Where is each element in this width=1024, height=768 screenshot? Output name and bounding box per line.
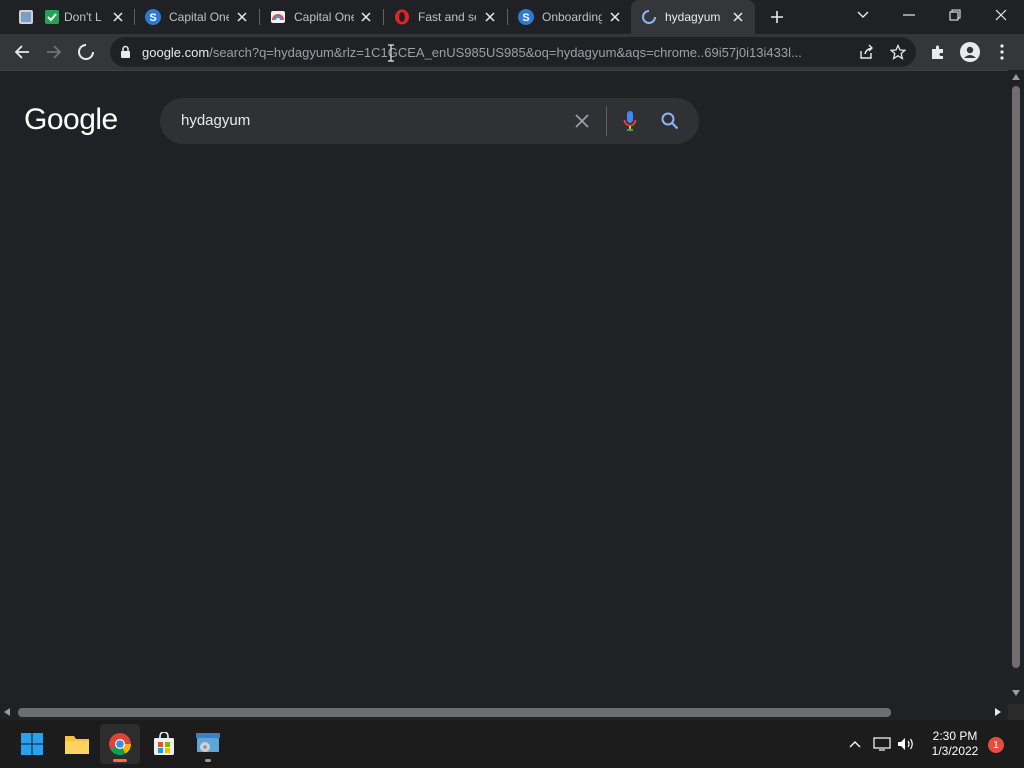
stop-loading-button[interactable] (72, 38, 100, 66)
running-app-indicator (205, 759, 211, 762)
text-cursor-icon (388, 44, 394, 62)
tab-title: Capital One (294, 10, 354, 24)
chevron-up-icon (849, 741, 861, 748)
show-hidden-icons-button[interactable] (843, 724, 867, 764)
svg-text:S: S (149, 12, 156, 24)
restore-icon (949, 9, 961, 21)
active-app-indicator (113, 759, 127, 762)
forward-button[interactable] (40, 38, 68, 66)
search-divider (606, 106, 607, 136)
minimize-button[interactable] (895, 1, 923, 29)
green-check-icon (44, 9, 60, 25)
tab-title: Capital One (169, 10, 229, 24)
tab-strip: Don't L S Capital One Capital One Fast a… (0, 0, 1024, 34)
chrome-taskbar-button[interactable] (100, 724, 140, 764)
url-path: /search?q=hydagyum&rlz=1C1GCEA_enUS985US… (209, 45, 802, 60)
tab-2[interactable]: Capital One (260, 0, 383, 34)
microphone-icon[interactable] (618, 109, 642, 133)
volume-button[interactable] (893, 724, 919, 764)
windows-taskbar: 2:30 PM 1/3/2022 1 (0, 720, 1024, 768)
svg-text:S: S (522, 12, 529, 24)
store-button[interactable] (144, 724, 184, 764)
scroll-right-icon (995, 708, 1001, 716)
s-logo-icon: S (145, 9, 161, 25)
tab-search-button[interactable] (849, 1, 877, 29)
lock-icon[interactable] (120, 45, 131, 64)
scroll-up-icon (1012, 74, 1020, 80)
vertical-scrollbar[interactable] (1008, 70, 1024, 704)
clock-time: 2:30 PM (932, 729, 978, 743)
clock[interactable]: 2:30 PM 1/3/2022 (920, 729, 990, 759)
avatar-icon (960, 42, 980, 62)
tab-title: Onboarding (542, 10, 602, 24)
opera-icon (394, 9, 410, 25)
search-icon[interactable] (658, 109, 682, 133)
search-input[interactable]: hydagyum (181, 112, 250, 129)
file-explorer-button[interactable] (57, 724, 97, 764)
close-icon[interactable] (234, 9, 250, 25)
close-icon[interactable] (607, 9, 623, 25)
notification-badge[interactable]: 1 (988, 737, 1004, 753)
extensions-button[interactable] (924, 38, 952, 66)
menu-button[interactable] (988, 38, 1016, 66)
rainbow-icon (270, 9, 286, 25)
horizontal-scroll-thumb[interactable] (18, 708, 891, 717)
back-button[interactable] (8, 38, 36, 66)
plus-icon (771, 11, 783, 23)
tab-title: hydagyum (665, 10, 721, 24)
tab-5-active[interactable]: hydagyum (631, 0, 755, 34)
close-icon (995, 9, 1007, 21)
arrow-left-icon (14, 45, 29, 59)
scrollbar-corner (1008, 704, 1024, 720)
store-bag-icon (154, 732, 174, 755)
setup-installer-button[interactable] (188, 724, 228, 764)
tab-3[interactable]: Fast and se (384, 0, 507, 34)
kebab-menu-icon (1000, 44, 1004, 60)
browser-toolbar: google.com/search?q=hydagyum&rlz=1C1GCEA… (0, 34, 1024, 70)
address-bar[interactable]: google.com/search?q=hydagyum&rlz=1C1GCEA… (110, 37, 916, 67)
url-host: google.com (142, 45, 210, 60)
close-window-button[interactable] (987, 1, 1015, 29)
tab-0[interactable]: Don't L (8, 0, 134, 34)
share-icon[interactable] (858, 44, 874, 65)
clock-date: 1/3/2022 (931, 744, 979, 758)
new-tab-button[interactable] (763, 3, 791, 31)
chrome-icon (109, 733, 131, 755)
restore-button[interactable] (941, 1, 969, 29)
checkmark-app-icon (18, 9, 34, 25)
url-text[interactable]: google.com/search?q=hydagyum&rlz=1C1GCEA… (142, 45, 842, 60)
network-button[interactable] (869, 724, 895, 764)
close-icon[interactable] (110, 9, 126, 25)
tab-4[interactable]: S Onboarding (508, 0, 631, 34)
loading-spinner-icon (78, 44, 94, 60)
close-icon[interactable] (482, 9, 498, 25)
speaker-icon (898, 738, 913, 750)
scroll-left-icon (4, 708, 10, 716)
tab-title: Don't L (64, 10, 102, 24)
scroll-down-icon (1012, 690, 1020, 696)
clear-icon[interactable] (570, 109, 594, 133)
setup-icon (196, 733, 220, 752)
s-logo-icon: S (518, 9, 534, 25)
network-icon (873, 737, 891, 751)
google-logo[interactable]: Google (24, 103, 118, 137)
windows-logo-icon (21, 733, 43, 755)
minimize-icon (903, 14, 915, 16)
arrow-right-icon (47, 45, 62, 59)
folder-icon (65, 736, 89, 754)
search-box[interactable]: hydagyum (160, 98, 699, 144)
puzzle-icon (932, 45, 943, 59)
tab-1[interactable]: S Capital One (135, 0, 259, 34)
vertical-scroll-thumb[interactable] (1012, 86, 1020, 668)
close-icon[interactable] (730, 9, 746, 25)
tab-title: Fast and se (418, 10, 476, 24)
page-content: Google hydagyum (0, 70, 1008, 704)
chevron-down-icon (857, 11, 869, 18)
start-button[interactable] (12, 724, 52, 764)
loading-spinner-icon (641, 9, 657, 25)
profile-button[interactable] (956, 38, 984, 66)
close-icon[interactable] (358, 9, 374, 25)
star-icon[interactable] (889, 43, 907, 65)
horizontal-scrollbar[interactable] (0, 704, 1008, 720)
